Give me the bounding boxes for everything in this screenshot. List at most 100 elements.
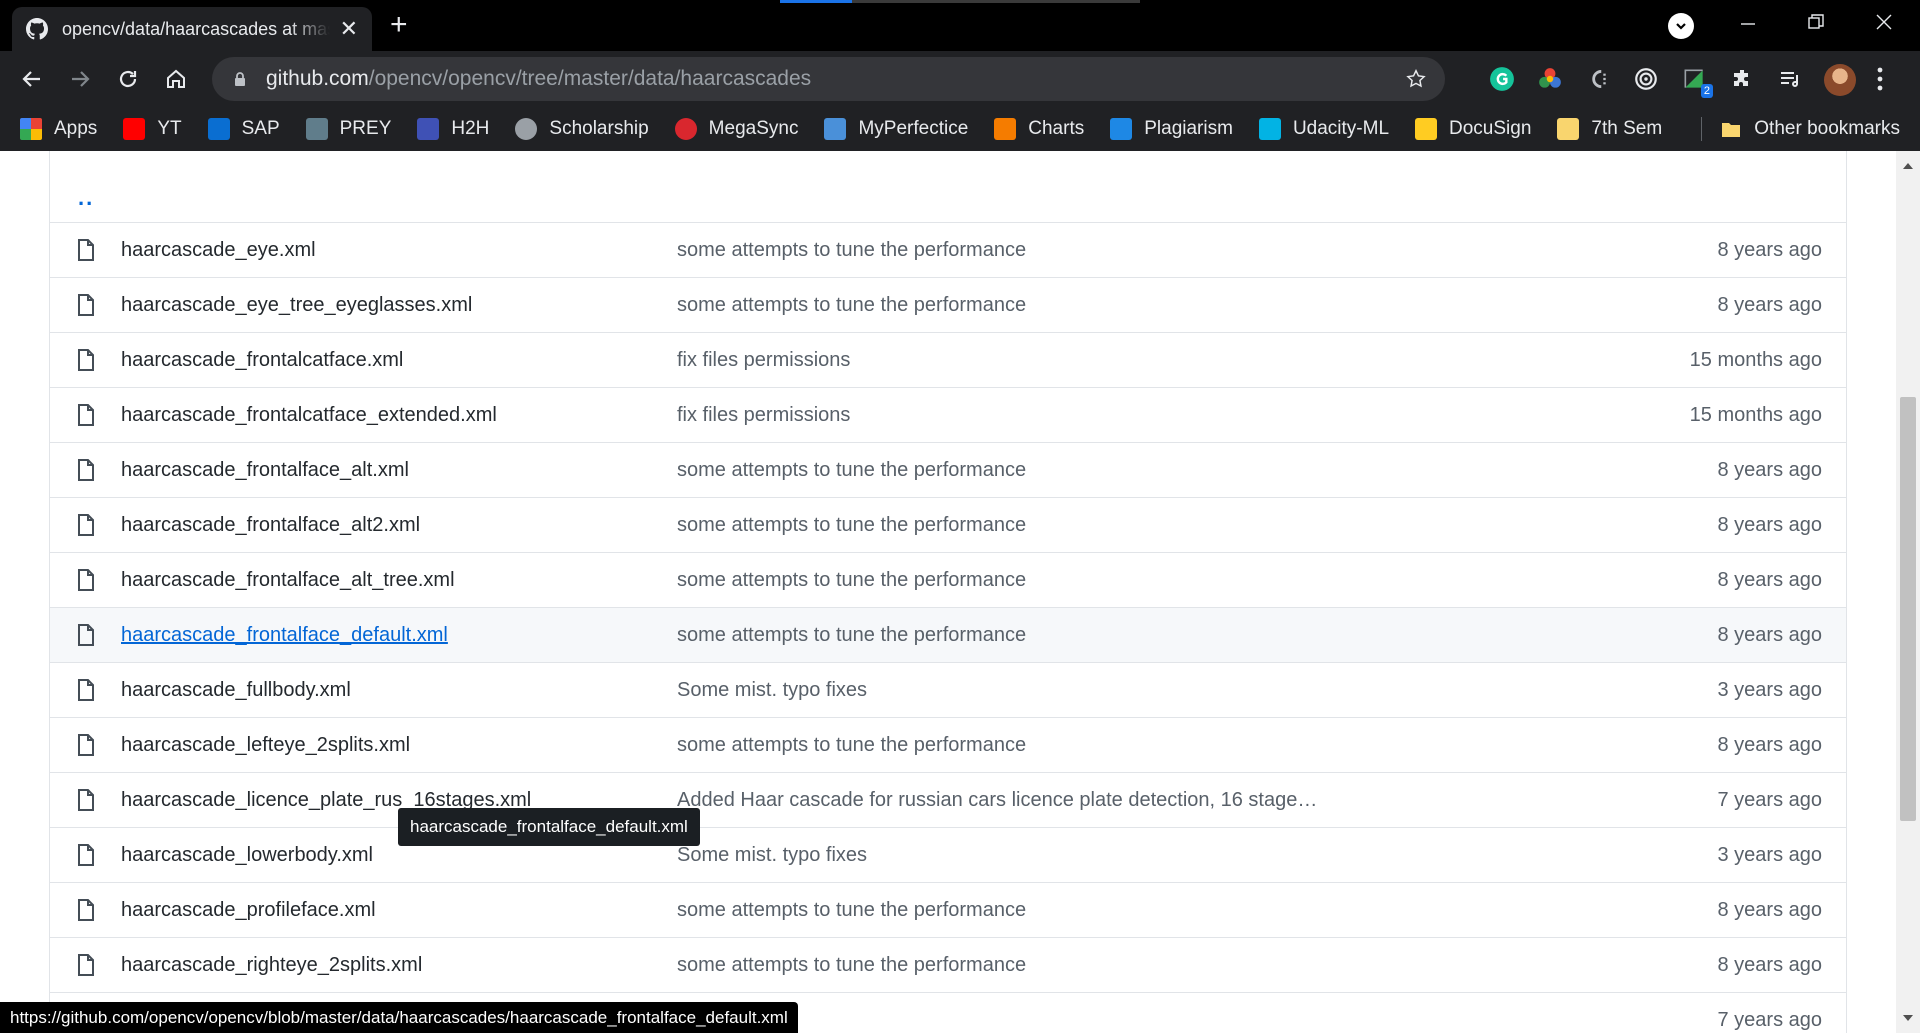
forward-button[interactable] xyxy=(60,59,100,99)
reload-button[interactable] xyxy=(108,59,148,99)
bookmark-item[interactable]: MyPerfectice xyxy=(824,118,968,140)
other-bookmarks-button[interactable]: Other bookmarks xyxy=(1720,118,1900,140)
bookmark-star-icon[interactable] xyxy=(1405,68,1427,90)
bookmark-item[interactable]: 7th Sem xyxy=(1557,118,1662,140)
commit-message-link[interactable]: Added Haar cascade for russian cars lice… xyxy=(677,789,1717,812)
notes-extension-icon[interactable]: 2 xyxy=(1679,64,1713,98)
browser-tab[interactable]: opencv/data/haarcascades at master ✕ xyxy=(12,7,372,51)
tab-strip: opencv/data/haarcascades at master ✕ + xyxy=(0,0,1920,51)
file-name-link[interactable]: haarcascade_frontalface_alt_tree.xml xyxy=(121,569,677,592)
bookmark-label: Scholarship xyxy=(549,118,649,139)
file-name-link[interactable]: haarcascade_righteye_2splits.xml xyxy=(121,954,677,977)
bookmark-item[interactable]: Udacity-ML xyxy=(1258,118,1390,140)
code-extension-icon[interactable] xyxy=(1583,64,1613,94)
bookmark-label: MegaSync xyxy=(708,118,799,139)
bookmark-label: DocuSign xyxy=(1449,118,1532,139)
h2h-icon xyxy=(417,118,440,140)
file-row: haarcascade_frontalcatface_extended.xml f… xyxy=(50,388,1846,443)
commit-age: 3 years ago xyxy=(1717,678,1822,701)
file-name-link[interactable]: haarcascade_lefteye_2splits.xml xyxy=(121,734,677,757)
file-name-link[interactable]: haarcascade_fullbody.xml xyxy=(121,679,677,702)
minimize-icon[interactable] xyxy=(1738,14,1758,34)
menu-kebab-icon[interactable] xyxy=(1876,65,1884,93)
file-name-link[interactable]: haarcascade_frontalcatface_extended.xml xyxy=(121,404,677,427)
commit-message-link[interactable]: some attempts to tune the performance xyxy=(677,624,1717,647)
scroll-down-arrow-icon[interactable] xyxy=(1896,1007,1920,1029)
bookmark-item[interactable]: Apps xyxy=(20,118,97,140)
home-button[interactable] xyxy=(156,59,196,99)
file-icon xyxy=(75,623,97,647)
bookmark-item[interactable]: YT xyxy=(123,118,182,140)
file-name-link[interactable]: haarcascade_profileface.xml xyxy=(121,899,677,922)
commit-message-link[interactable]: some attempts to tune the performance xyxy=(677,239,1717,262)
commit-message-link[interactable]: fix files permissions xyxy=(677,404,1690,427)
bookmark-item[interactable]: Charts xyxy=(994,118,1084,140)
tab-title: opencv/data/haarcascades at master xyxy=(62,18,330,39)
loading-indicator xyxy=(780,0,1140,3)
file-name-link[interactable]: haarcascade_eye.xml xyxy=(121,239,677,262)
address-bar[interactable]: github.com/opencv/opencv/tree/master/dat… xyxy=(212,57,1445,101)
tab-close-icon[interactable]: ✕ xyxy=(340,18,358,40)
commit-message-link[interactable]: some attempts to tune the performance xyxy=(677,514,1717,537)
commit-message-link[interactable]: some attempts to tune the performance xyxy=(677,734,1717,757)
tab-search-button[interactable] xyxy=(1668,13,1694,39)
commit-message-link[interactable]: fix files permissions xyxy=(677,349,1690,372)
extensions-puzzle-icon[interactable] xyxy=(1727,64,1757,94)
vertical-scrollbar[interactable] xyxy=(1896,151,1920,1033)
bookmark-item[interactable]: MegaSync xyxy=(674,118,799,140)
commit-message-link[interactable]: some attempts to tune the performance xyxy=(677,569,1717,592)
commit-message-link[interactable]: some attempts to tune the performance xyxy=(677,899,1717,922)
file-row: haarcascade_eye.xml some attempts to tune… xyxy=(50,223,1846,278)
restore-icon[interactable] xyxy=(1806,12,1826,32)
file-name-link[interactable]: haarcascade_frontalface_alt.xml xyxy=(121,459,677,482)
bookmark-item[interactable]: Plagiarism xyxy=(1110,118,1233,140)
bookmark-label: Udacity-ML xyxy=(1292,118,1390,139)
file-name-link[interactable]: haarcascade_frontalface_alt2.xml xyxy=(121,514,677,537)
bookmark-item[interactable]: H2H xyxy=(417,118,489,140)
commit-message-link[interactable]: Some mist. typo fixes xyxy=(677,679,1717,702)
github-icon xyxy=(26,18,48,40)
url-text: github.com/opencv/opencv/tree/master/dat… xyxy=(266,67,811,91)
bookmark-item[interactable]: PREY xyxy=(305,118,391,140)
profile-avatar[interactable] xyxy=(1824,64,1856,96)
docusign-icon xyxy=(1415,118,1438,140)
lock-icon[interactable] xyxy=(232,71,248,87)
file-row: haarcascade_frontalface_alt2.xml some att… xyxy=(50,498,1846,553)
external-link-icon xyxy=(824,118,847,140)
close-window-icon[interactable] xyxy=(1874,12,1894,32)
prey-icon xyxy=(305,118,328,140)
scroll-up-arrow-icon[interactable] xyxy=(1896,155,1920,177)
parent-directory-link[interactable]: .. xyxy=(78,185,94,211)
browser-toolbar: github.com/opencv/opencv/tree/master/dat… xyxy=(0,51,1920,107)
commit-message-link[interactable]: some attempts to tune the performance xyxy=(677,459,1717,482)
bookmark-item[interactable]: DocuSign xyxy=(1415,118,1531,140)
commit-age: 8 years ago xyxy=(1717,623,1822,646)
color-picker-extension-icon[interactable] xyxy=(1535,64,1565,94)
other-bookmarks-label: Other bookmarks xyxy=(1754,118,1900,139)
file-row: haarcascade_eye_tree_eyeglasses.xml some … xyxy=(50,278,1846,333)
file-name-link[interactable]: haarcascade_eye_tree_eyeglasses.xml xyxy=(121,294,677,317)
media-queue-icon[interactable] xyxy=(1775,64,1805,94)
target-extension-icon[interactable] xyxy=(1631,64,1661,94)
folder-icon xyxy=(1557,118,1580,140)
file-name-link[interactable]: haarcascade_frontalcatface.xml xyxy=(121,349,677,372)
commit-message-link[interactable]: some attempts to tune the performance xyxy=(677,954,1717,977)
commit-age: 8 years ago xyxy=(1717,513,1822,536)
commit-message-link[interactable]: Some mist. typo fixes xyxy=(677,844,1717,867)
bookmark-label: SAP xyxy=(241,118,280,139)
new-tab-button[interactable]: + xyxy=(390,10,408,40)
file-icon xyxy=(75,953,97,977)
file-name-link[interactable]: haarcascade_frontalface_default.xml xyxy=(121,624,677,647)
back-button[interactable] xyxy=(12,59,52,99)
home-icon xyxy=(167,69,185,88)
commit-message-link[interactable]: some attempts to tune the performance xyxy=(677,294,1717,317)
grammarly-extension-icon[interactable] xyxy=(1487,64,1517,94)
extension-badge: 2 xyxy=(1700,84,1713,98)
bookmark-item[interactable]: SAP xyxy=(207,118,280,140)
status-bar-url: https://github.com/opencv/opencv/blob/ma… xyxy=(0,1002,798,1033)
bookmark-item[interactable]: Scholarship xyxy=(515,118,649,140)
file-name-link[interactable]: haarcascade_lowerbody.xml xyxy=(121,844,677,867)
bookmarks-bar: Apps YT SAP PREY H2H Scholarship MegaSync MyPer… xyxy=(0,107,1920,151)
scrollbar-thumb[interactable] xyxy=(1900,397,1916,821)
file-row: haarcascade_frontalface_default.xml some … xyxy=(50,608,1846,663)
